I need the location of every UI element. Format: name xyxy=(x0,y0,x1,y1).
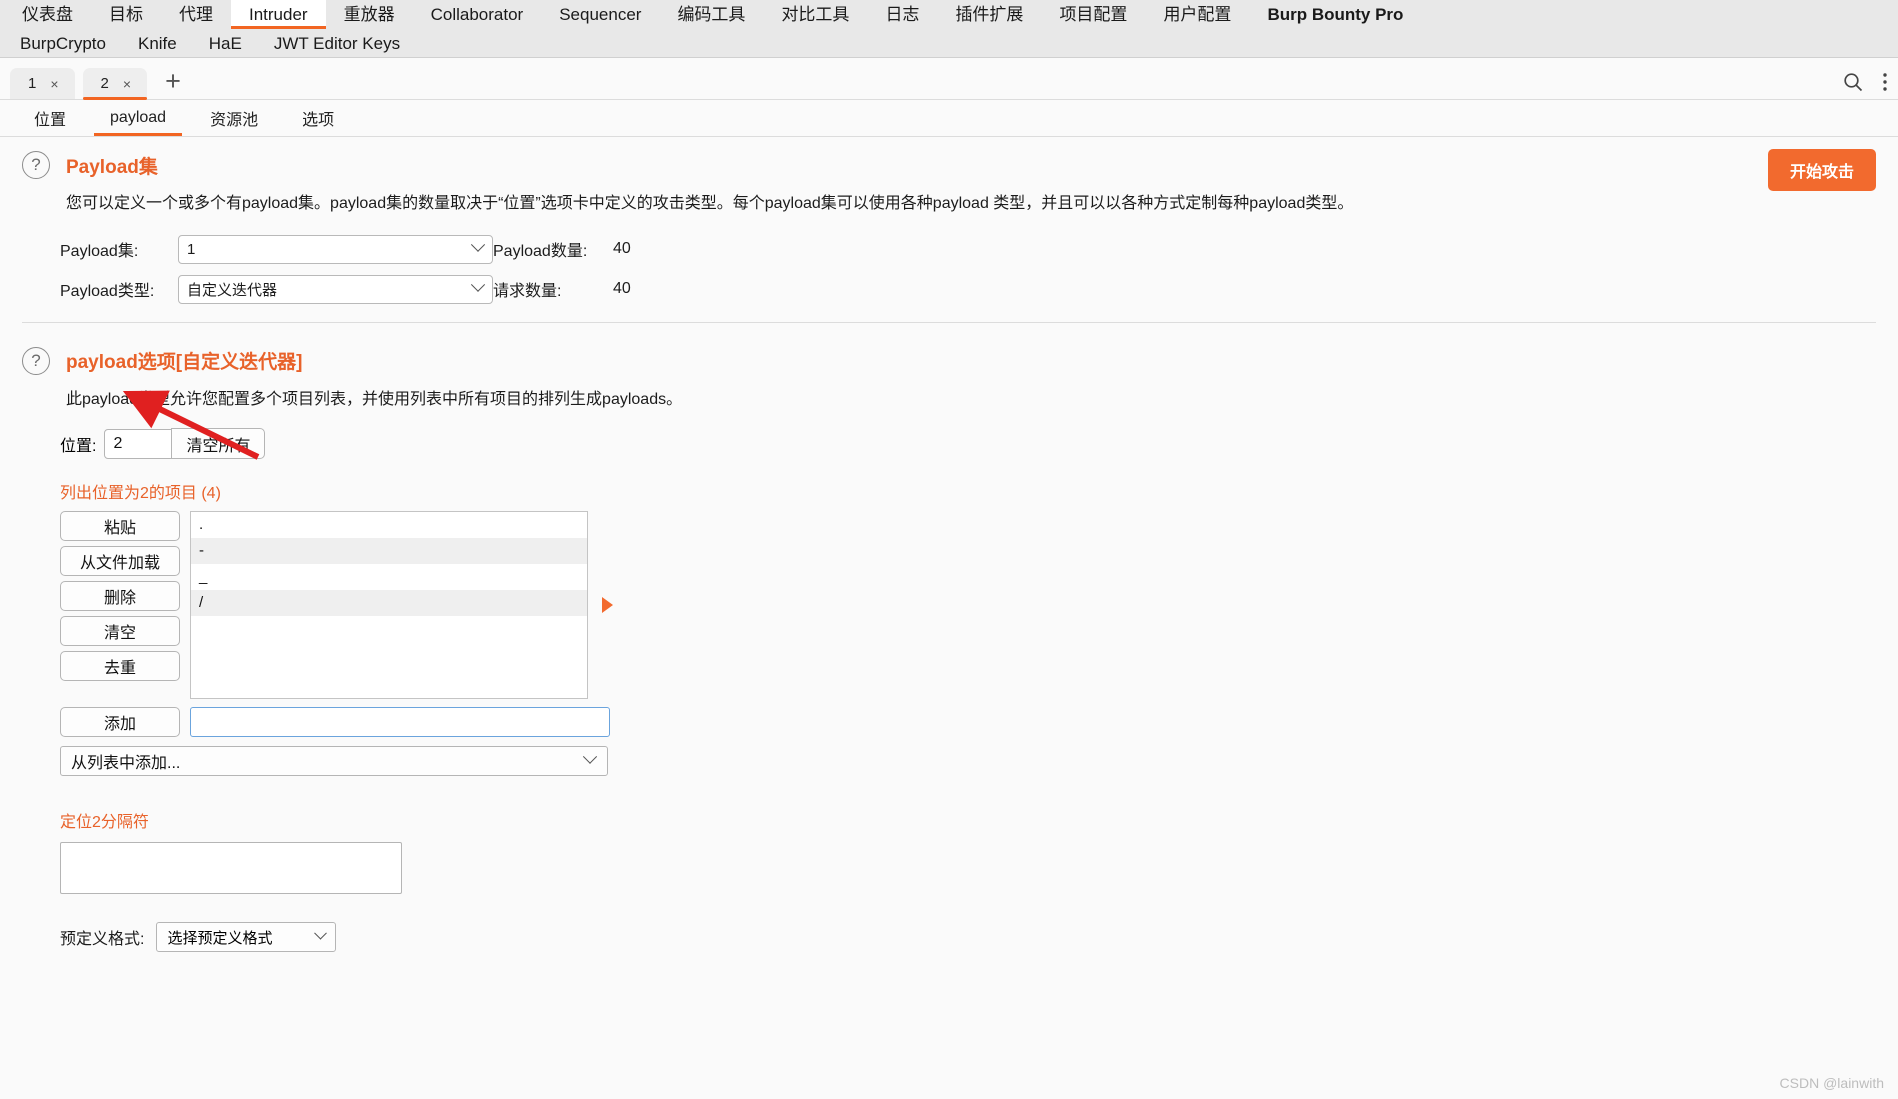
payload-sets-form: Payload集: 1 Payload数量: 40 Payload类型: 自定义… xyxy=(60,234,1876,304)
more-vertical-icon[interactable] xyxy=(1882,71,1888,93)
top-nav-item-5[interactable]: Collaborator xyxy=(413,0,542,29)
predefined-format-row: 预定义格式: 选择预定义格式 xyxy=(60,922,1876,953)
list-button-1[interactable]: 从文件加载 xyxy=(60,546,180,577)
payload-options-section: ? payload选项[自定义迭代器] 此payload类型允许您配置多个项目列… xyxy=(0,329,1898,959)
chevron-down-icon xyxy=(582,749,598,765)
tab-bar-actions xyxy=(1842,71,1888,93)
position-label: 位置: xyxy=(60,437,97,455)
list-item[interactable]: / xyxy=(191,590,587,617)
top-nav-ext-item-1[interactable]: Knife xyxy=(122,29,193,58)
list-item[interactable]: _ xyxy=(191,564,587,590)
sub-tab-2[interactable]: 资源池 xyxy=(188,100,280,136)
payload-type-value: 自定义迭代器 xyxy=(187,281,278,299)
clear-all-button[interactable]: 清空所有 xyxy=(171,428,266,460)
top-nav-ext-item-3[interactable]: JWT Editor Keys xyxy=(258,29,416,58)
predefined-format-value: 选择预定义格式 xyxy=(167,929,273,947)
list-button-2[interactable]: 删除 xyxy=(60,581,180,612)
add-item-row: 添加 xyxy=(60,707,1876,738)
item-list-box[interactable]: . - _ / xyxy=(190,511,588,700)
item-list-area: 粘贴从文件加载删除清空去重 . - _ / xyxy=(60,511,1876,700)
payload-options-description: 此payload类型允许您配置多个项目列表，并使用列表中所有项目的排列生成pay… xyxy=(66,390,683,408)
new-attack-tab-button[interactable]: + xyxy=(155,68,191,99)
payload-sets-title: Payload集 xyxy=(66,156,158,178)
item-list-caption: 列出位置为2的项目 (4) xyxy=(60,485,221,503)
payload-sets-description: 您可以定义一个或多个有payload集。payload集的数量取决于“位置”选项… xyxy=(66,195,1354,212)
chevron-down-icon xyxy=(314,926,328,940)
add-from-list-select[interactable]: 从列表中添加... xyxy=(60,746,608,777)
search-icon[interactable] xyxy=(1842,71,1864,93)
top-nav-item-1[interactable]: 目标 xyxy=(91,0,161,29)
add-from-list-label: 从列表中添加... xyxy=(71,755,181,773)
payload-options-header: ? payload选项[自定义迭代器] xyxy=(22,346,1876,375)
attack-tab-label: 2 xyxy=(100,75,109,92)
top-nav-item-4[interactable]: 重放器 xyxy=(326,0,413,29)
payload-set-select[interactable]: 1 xyxy=(178,234,493,264)
payload-options-title: payload选项[自定义迭代器] xyxy=(66,352,303,374)
position-input[interactable] xyxy=(104,428,173,459)
sub-tab-1[interactable]: payload xyxy=(88,100,188,136)
chevron-down-icon xyxy=(470,237,486,252)
sub-tab-3[interactable]: 选项 xyxy=(280,100,356,136)
attack-tab-label: 1 xyxy=(28,75,37,92)
payload-sets-section: 开始攻击 ? Payload集 您可以定义一个或多个有payload集。payl… xyxy=(0,137,1898,329)
help-icon[interactable]: ? xyxy=(22,151,50,179)
close-icon[interactable]: × xyxy=(50,76,58,92)
section-divider xyxy=(22,321,1876,323)
item-list-buttons: 粘贴从文件加载删除清空去重 xyxy=(60,511,180,682)
top-nav-item-10[interactable]: 插件扩展 xyxy=(937,0,1041,29)
payload-set-label: Payload集: xyxy=(60,243,139,261)
top-nav-item-7[interactable]: 编码工具 xyxy=(659,0,763,29)
position-row: 位置: 清空所有 xyxy=(60,428,1876,460)
top-nav-ext-item-2[interactable]: HaE xyxy=(193,29,258,58)
predefined-format-select[interactable]: 选择预定义格式 xyxy=(156,922,337,953)
payload-set-value: 1 xyxy=(187,240,196,258)
close-icon[interactable]: × xyxy=(123,76,131,92)
add-button[interactable]: 添加 xyxy=(60,707,180,738)
help-icon[interactable]: ? xyxy=(22,346,50,375)
top-nav-row-primary: 仪表盘 目标 代理 Intruder 重放器 Collaborator Sequencer 编… xyxy=(0,0,1898,29)
separator-textarea[interactable] xyxy=(60,842,402,895)
watermark: CSDN @lainwith xyxy=(1779,1075,1884,1091)
list-item[interactable]: - xyxy=(191,538,587,565)
list-button-3[interactable]: 清空 xyxy=(60,616,180,647)
attack-tab-1[interactable]: 1 × xyxy=(10,68,75,99)
top-nav-item-6[interactable]: Sequencer xyxy=(541,0,659,29)
payload-type-select[interactable]: 自定义迭代器 xyxy=(178,274,493,304)
list-button-0[interactable]: 粘贴 xyxy=(60,511,180,542)
add-item-input[interactable] xyxy=(190,707,610,738)
top-nav-item-2[interactable]: 代理 xyxy=(161,0,231,29)
sub-tab-0[interactable]: 位置 xyxy=(12,100,88,136)
attack-tab-bar: 1 × 2 × + xyxy=(0,58,1898,100)
top-nav-row-secondary: BurpCrypto Knife HaE JWT Editor Keys xyxy=(0,29,1898,58)
payload-count-value: 40 xyxy=(613,240,631,258)
payload-type-label: Payload类型: xyxy=(60,283,155,301)
predefined-format-label: 预定义格式: xyxy=(60,931,145,949)
payload-sets-header: ? Payload集 xyxy=(22,151,1876,179)
payload-content-panel: 开始攻击 ? Payload集 您可以定义一个或多个有payload集。payl… xyxy=(0,137,1898,1099)
list-button-4[interactable]: 去重 xyxy=(60,651,180,682)
top-nav-item-8[interactable]: 对比工具 xyxy=(763,0,867,29)
top-nav-item-0[interactable]: 仪表盘 xyxy=(4,0,91,29)
separator-label: 定位2分隔符 xyxy=(60,814,149,832)
top-nav-item-12[interactable]: 用户配置 xyxy=(1145,0,1249,29)
start-attack-button[interactable]: 开始攻击 xyxy=(1767,149,1876,191)
chevron-down-icon xyxy=(470,277,486,292)
play-arrow-icon[interactable] xyxy=(602,597,613,614)
request-count-label: 请求数量: xyxy=(493,283,562,301)
list-item[interactable]: . xyxy=(191,512,587,538)
top-nav-item-11[interactable]: 项目配置 xyxy=(1041,0,1145,29)
payload-count-label: Payload数量: xyxy=(493,243,588,261)
top-nav-item-3[interactable]: Intruder xyxy=(231,0,326,29)
payload-sub-tab-bar: 位置 payload 资源池 选项 xyxy=(0,100,1898,137)
top-nav-item-9[interactable]: 日志 xyxy=(867,0,937,29)
top-nav-item-13[interactable]: Burp Bounty Pro xyxy=(1249,0,1421,29)
top-navigation-bar: 仪表盘 目标 代理 Intruder 重放器 Collaborator Sequencer 编… xyxy=(0,0,1898,58)
attack-tab-2[interactable]: 2 × xyxy=(82,68,148,100)
request-count-value: 40 xyxy=(613,280,631,298)
top-nav-ext-item-0[interactable]: BurpCrypto xyxy=(4,29,122,58)
